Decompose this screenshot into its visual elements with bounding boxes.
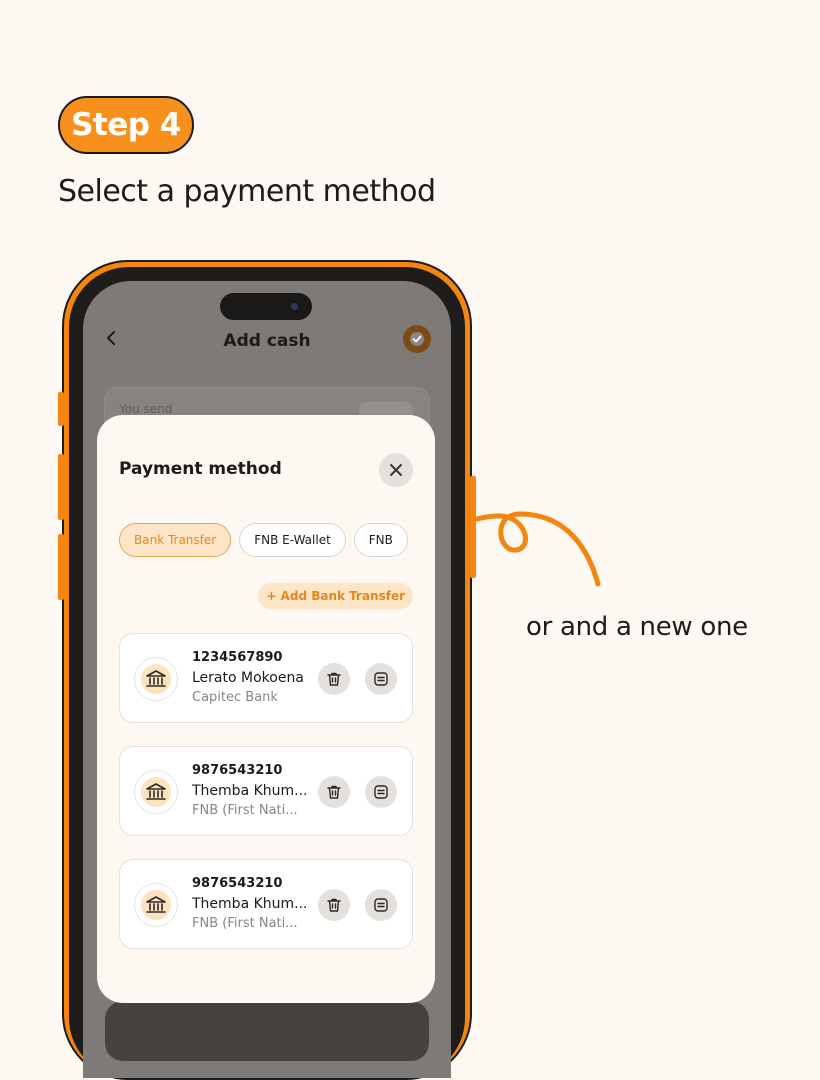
- step-badge: Step 4: [58, 96, 194, 154]
- phone-volume-up-button: [58, 454, 64, 520]
- account-bank: Capitec Bank: [192, 690, 278, 705]
- account-card[interactable]: 9876543210 Themba Khum... FNB (First Nat…: [119, 859, 413, 949]
- trash-icon: [327, 785, 341, 799]
- dynamic-island: [220, 293, 312, 320]
- edit-button[interactable]: [365, 663, 397, 695]
- phone-mute-button: [58, 392, 64, 426]
- tab-bank-transfer[interactable]: Bank Transfer: [119, 523, 232, 557]
- trash-icon: [327, 672, 341, 686]
- check-icon: [410, 332, 424, 346]
- tab-fnb-e-wallet[interactable]: FNB E-Wallet: [239, 523, 346, 557]
- tab-fnb[interactable]: FNB: [353, 523, 408, 557]
- close-icon: [390, 464, 402, 476]
- account-details: 9876543210 Themba Khum... FNB (First Nat…: [192, 763, 308, 818]
- account-card[interactable]: 9876543210 Themba Khum... FNB (First Nat…: [119, 746, 413, 836]
- delete-button[interactable]: [318, 776, 350, 808]
- phone-power-button: [470, 476, 476, 578]
- edit-button[interactable]: [365, 776, 397, 808]
- close-button[interactable]: [379, 453, 413, 487]
- payment-tabs: Bank Transfer FNB E-Wallet FNB: [119, 523, 408, 557]
- bank-icon: [134, 770, 178, 814]
- account-number: 9876543210: [192, 876, 283, 891]
- account-holder: Themba Khum...: [192, 896, 308, 912]
- details-icon: [374, 785, 388, 799]
- account-details: 1234567890 Lerato Mokoena Capitec Bank: [192, 650, 308, 705]
- verified-badge-icon[interactable]: [403, 325, 431, 353]
- bank-icon: [134, 657, 178, 701]
- account-card[interactable]: 1234567890 Lerato Mokoena Capitec Bank: [119, 633, 413, 723]
- screen-title: Add cash: [223, 331, 311, 351]
- account-list: 1234567890 Lerato Mokoena Capitec Bank 9…: [119, 633, 413, 972]
- side-note: or and a new one: [526, 612, 748, 642]
- trash-icon: [327, 898, 341, 912]
- phone-mockup: Add cash You send Payment method Bank Tr…: [58, 260, 476, 1080]
- delete-button[interactable]: [318, 889, 350, 921]
- account-bank: FNB (First Nati...: [192, 916, 298, 931]
- account-holder: Lerato Mokoena: [192, 670, 304, 686]
- account-holder: Themba Khum...: [192, 783, 308, 799]
- details-icon: [374, 898, 388, 912]
- sheet-title: Payment method: [119, 459, 282, 479]
- you-send-label: You send: [119, 402, 173, 416]
- delete-button[interactable]: [318, 663, 350, 695]
- details-icon: [374, 672, 388, 686]
- continue-button[interactable]: [105, 1001, 429, 1061]
- camera-icon: [289, 301, 300, 312]
- add-bank-transfer-button[interactable]: + Add Bank Transfer: [258, 583, 413, 609]
- edit-button[interactable]: [365, 889, 397, 921]
- phone-volume-down-button: [58, 534, 64, 600]
- account-number: 9876543210: [192, 763, 283, 778]
- account-number: 1234567890: [192, 650, 283, 665]
- phone-screen: Add cash You send Payment method Bank Tr…: [83, 281, 451, 1078]
- account-details: 9876543210 Themba Khum... FNB (First Nat…: [192, 876, 308, 931]
- page-headline: Select a payment method: [58, 174, 436, 209]
- account-bank: FNB (First Nati...: [192, 803, 298, 818]
- bank-icon: [134, 883, 178, 927]
- payment-method-sheet: Payment method Bank Transfer FNB E-Walle…: [97, 415, 435, 1003]
- phone-bezel: Add cash You send Payment method Bank Tr…: [69, 267, 465, 1078]
